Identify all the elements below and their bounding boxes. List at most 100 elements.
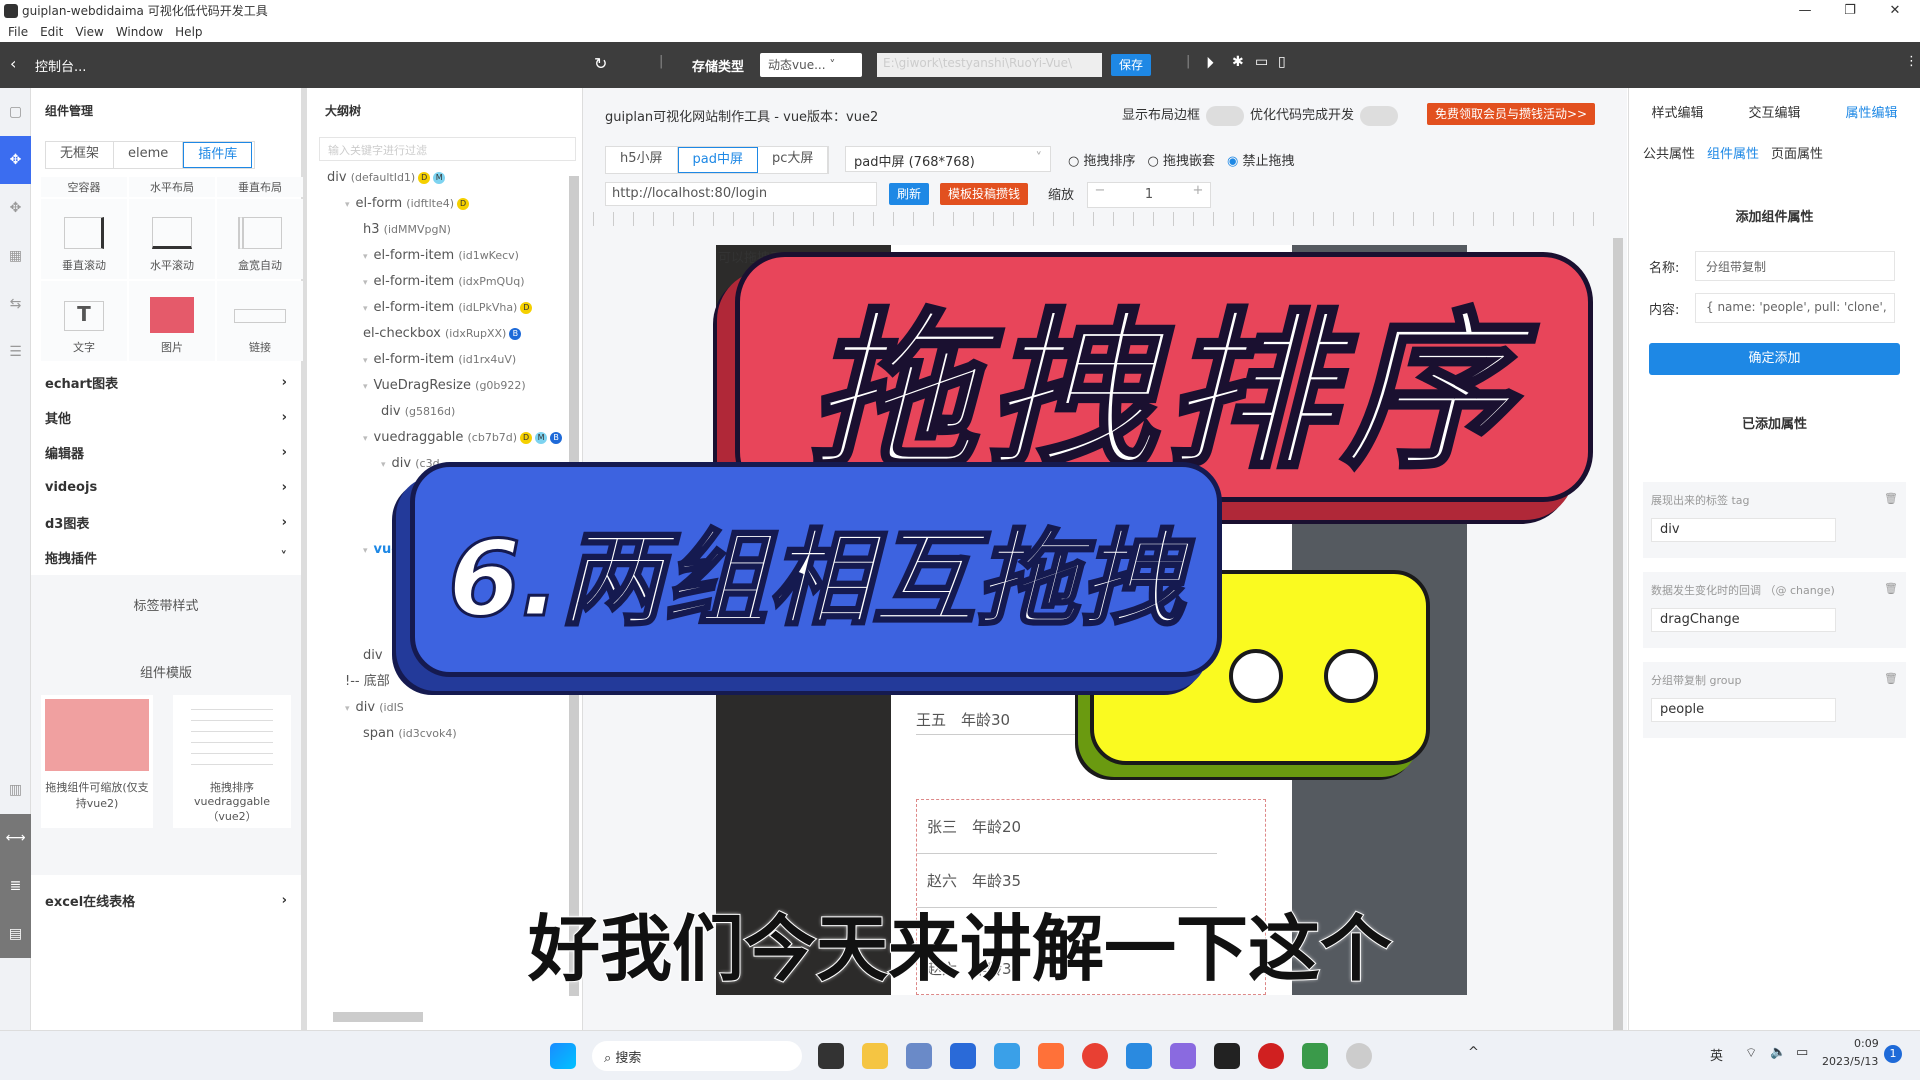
volume-icon[interactable]: 🔈 <box>1770 1045 1786 1060</box>
component-link[interactable]: 链接 <box>217 281 303 361</box>
tab-property-edit[interactable]: 属性编辑 <box>1845 102 1897 121</box>
database-icon[interactable]: ☰ <box>0 328 31 376</box>
category-echart[interactable]: echart图表 › <box>31 365 301 400</box>
link-icon[interactable]: ⇆ <box>0 280 31 328</box>
tree-node[interactable]: ▾ VueDragResize (g0b922) <box>327 373 582 399</box>
menu-help[interactable]: Help <box>175 22 202 42</box>
prop-label[interactable]: 数据发生变化时的回调 （@ change) <box>1651 582 1835 598</box>
app-icon[interactable] <box>1170 1043 1196 1069</box>
tree-node[interactable]: ▾ el-form-item (id1wKecv) <box>327 243 582 269</box>
guiplan-icon[interactable] <box>1214 1043 1240 1069</box>
outline-filter-input[interactable]: 输入关键字进行过滤 <box>319 137 576 161</box>
toggle-switch[interactable] <box>1206 105 1245 126</box>
refresh-icon[interactable]: ↻ <box>594 54 607 73</box>
tree-node[interactable]: ▾ vuedraggable (cb7b7d) D M B <box>327 425 582 451</box>
menu-window[interactable]: Window <box>116 22 163 42</box>
prop-label[interactable]: 分组带复制 group <box>1651 672 1741 688</box>
content-input[interactable]: { name: 'people', pull: 'clone', <box>1695 293 1895 323</box>
tree-node[interactable]: ▾ el-form-item (idxPmQUq) <box>327 269 582 295</box>
play-icon[interactable]: ⏵ <box>1206 53 1214 73</box>
battery-icon[interactable]: ▭ <box>1796 1045 1808 1060</box>
plugin-icon[interactable]: ✥ <box>0 184 31 232</box>
recorder-icon[interactable] <box>1258 1043 1284 1069</box>
tab-plugins[interactable]: 插件库 <box>183 142 253 168</box>
zoom-decrease[interactable]: − <box>1088 183 1112 207</box>
template-submit-button[interactable]: 模板投稿攒钱 <box>940 183 1029 205</box>
template-draggable-sort[interactable]: 拖拽排序 vuedraggable（vue2） <box>173 695 291 828</box>
radio-drag-disabled[interactable]: ◉ 禁止拖拽 <box>1227 150 1295 169</box>
tab-style-edit[interactable]: 样式编辑 <box>1651 102 1703 121</box>
vscode-icon[interactable] <box>1126 1043 1152 1069</box>
taskbar-search[interactable]: ⌕ 搜索 <box>592 1041 802 1071</box>
prop-value-input[interactable]: div <box>1651 518 1836 542</box>
menu-view[interactable]: View <box>75 22 103 42</box>
app-icon[interactable] <box>1302 1043 1328 1069</box>
expand-arrow-icon[interactable]: ▾ <box>363 278 368 288</box>
menu-file[interactable]: File <box>8 22 28 42</box>
radio-drag-sort[interactable]: ○ 拖拽排序 <box>1068 150 1136 169</box>
tab-pad[interactable]: pad中屏 <box>677 147 758 173</box>
components-icon[interactable]: ✥ <box>0 136 31 184</box>
component-empty-container[interactable]: 空容器 <box>41 177 127 197</box>
expand-arrow-icon[interactable]: ▾ <box>363 434 368 444</box>
bug-icon[interactable]: ✱ <box>1232 54 1244 70</box>
name-input[interactable]: 分组带复制 <box>1695 251 1895 281</box>
expand-arrow-icon[interactable]: ▾ <box>381 460 386 470</box>
template-resizable[interactable]: 拖拽组件可缩放(仅支持vue2) <box>41 695 153 828</box>
expand-arrow-icon[interactable]: ▾ <box>363 304 368 314</box>
close-button[interactable]: ✕ <box>1875 0 1915 22</box>
notepad-icon[interactable] <box>950 1043 976 1069</box>
tab-no-framework[interactable]: 无框架 <box>46 142 115 168</box>
document-icon[interactable]: ▯ <box>1278 54 1286 70</box>
tab-h5[interactable]: h5小屏 <box>606 147 678 173</box>
wifi-icon[interactable]: ⌔ <box>1745 1045 1757 1061</box>
refresh-button[interactable]: 刷新 <box>889 183 930 205</box>
swap-icon[interactable]: ⟷ <box>0 814 31 862</box>
maximize-button[interactable]: ❐ <box>1830 0 1870 22</box>
screen-size-select[interactable]: pad中屏 (768*768) ˅ <box>845 146 1051 172</box>
toggle-switch[interactable] <box>1360 105 1399 126</box>
book-icon[interactable]: ▥ <box>0 766 31 814</box>
project-path-input[interactable]: E:\giwork\testyanshi\RuoYi-Vue\ <box>877 53 1102 77</box>
firefox-icon[interactable] <box>1038 1043 1064 1069</box>
tree-node[interactable]: ▾ el-form (idftlte4) D <box>327 191 582 217</box>
prop-value-input[interactable]: dragChange <box>1651 608 1836 632</box>
show-border-toggle[interactable]: 显示布局边框 优化代码完成开发 <box>1122 104 1404 126</box>
chrome-icon[interactable] <box>1082 1043 1108 1069</box>
component-text[interactable]: T 文字 <box>41 281 127 361</box>
tree-node[interactable]: el-checkbox (idxRupXX) B <box>327 321 582 347</box>
task-view-icon[interactable] <box>818 1043 844 1069</box>
tree-node[interactable]: ▾ div (idIS <box>327 695 582 721</box>
trash-icon[interactable]: 🗑 <box>1884 582 1898 598</box>
pages-icon[interactable]: ▢ <box>0 88 31 136</box>
clock-date[interactable]: 2023/5/13 <box>1822 1055 1878 1068</box>
subtab-common[interactable]: 公共属性 <box>1643 143 1695 162</box>
list-item[interactable]: 张三 年龄20 <box>917 800 1217 854</box>
category-videojs[interactable]: videojs › <box>31 470 301 505</box>
tab-interaction-edit[interactable]: 交互编辑 <box>1748 102 1800 121</box>
tree-node[interactable]: div (defaultId1) D M <box>327 165 582 191</box>
layout-icon[interactable]: ▦ <box>0 232 31 280</box>
tree-node[interactable]: div (g5816d) <box>327 399 582 425</box>
start-icon[interactable] <box>550 1043 576 1069</box>
component-vertical-layout[interactable]: 垂直布局 <box>217 177 303 197</box>
tray-expand-icon[interactable]: ^ <box>1468 1045 1479 1060</box>
zoom-increase[interactable]: + <box>1186 183 1210 207</box>
trash-icon[interactable]: 🗑 <box>1884 492 1898 508</box>
console-link[interactable]: 控制台... <box>35 56 86 75</box>
tree-node[interactable]: ▾ el-form-item (idLPkVha) D <box>327 295 582 321</box>
tree-node[interactable]: h3 (idMMVpgN) <box>327 217 582 243</box>
subtab-page[interactable]: 页面属性 <box>1771 143 1823 162</box>
back-chevron-icon[interactable]: ‹ <box>10 54 16 73</box>
tab-eleme[interactable]: eleme <box>114 142 184 168</box>
zoom-stepper[interactable]: −1 + <box>1087 182 1211 208</box>
explorer-icon[interactable] <box>862 1043 888 1069</box>
clock-time[interactable]: 0:09 <box>1854 1037 1879 1050</box>
expand-arrow-icon[interactable]: ▾ <box>345 704 350 714</box>
component-image[interactable]: 图片 <box>129 281 215 361</box>
component-horizontal-scroll[interactable]: 水平滚动 <box>129 199 215 279</box>
category-d3[interactable]: d3图表 › <box>31 505 301 540</box>
expand-arrow-icon[interactable]: ▾ <box>363 546 368 556</box>
outline-hscrollbar[interactable] <box>333 1012 423 1022</box>
folder-icon[interactable]: ▭ <box>1255 54 1268 70</box>
